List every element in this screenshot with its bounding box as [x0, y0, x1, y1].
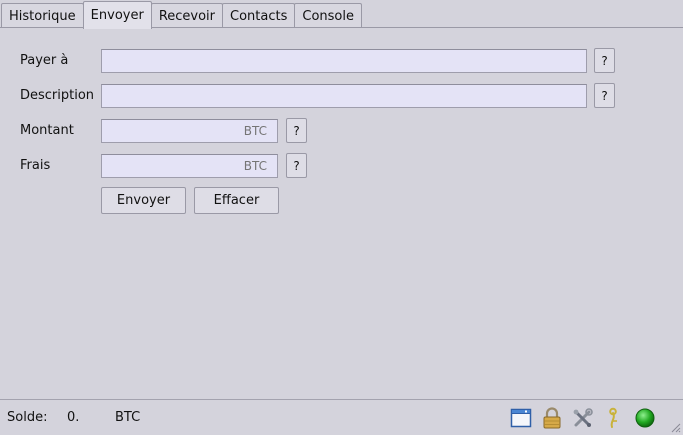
amount-help-button[interactable]: ? [286, 118, 307, 143]
tab-recevoir[interactable]: Recevoir [150, 3, 224, 28]
tab-historique[interactable]: Historique [1, 3, 84, 28]
clear-button[interactable]: Effacer [194, 187, 279, 214]
status-bar: Solde: 0. BTC [0, 399, 683, 435]
tab-contacts[interactable]: Contacts [222, 3, 296, 28]
resize-grip-icon[interactable] [669, 421, 681, 433]
tab-bar: Historique Envoyer Recevoir Contacts Con… [1, 1, 362, 29]
description-label: Description [20, 88, 95, 103]
send-button[interactable]: Envoyer [101, 187, 186, 214]
description-help-button[interactable]: ? [594, 83, 615, 108]
fee-field[interactable] [101, 154, 278, 178]
tab-console[interactable]: Console [294, 3, 362, 28]
balance-value: 0. [67, 410, 80, 425]
amount-label: Montant [20, 123, 74, 138]
balance-label: Solde: [7, 410, 48, 425]
balance-unit: BTC [115, 410, 141, 425]
pay-to-field[interactable] [101, 49, 587, 73]
fee-label: Frais [20, 158, 51, 173]
send-panel: Payer à ? Description ? Montant ? Frais … [0, 27, 683, 399]
seed-icon[interactable] [603, 407, 625, 429]
preferences-tools-icon[interactable] [572, 407, 594, 429]
network-status-icon[interactable] [634, 407, 656, 429]
pay-to-label: Payer à [20, 53, 69, 68]
description-field[interactable] [101, 84, 587, 108]
wallet-window-icon[interactable] [510, 407, 532, 429]
pay-to-help-button[interactable]: ? [594, 48, 615, 73]
tab-envoyer[interactable]: Envoyer [82, 1, 152, 29]
fee-help-button[interactable]: ? [286, 153, 307, 178]
amount-field[interactable] [101, 119, 278, 143]
lock-icon[interactable] [541, 407, 563, 429]
